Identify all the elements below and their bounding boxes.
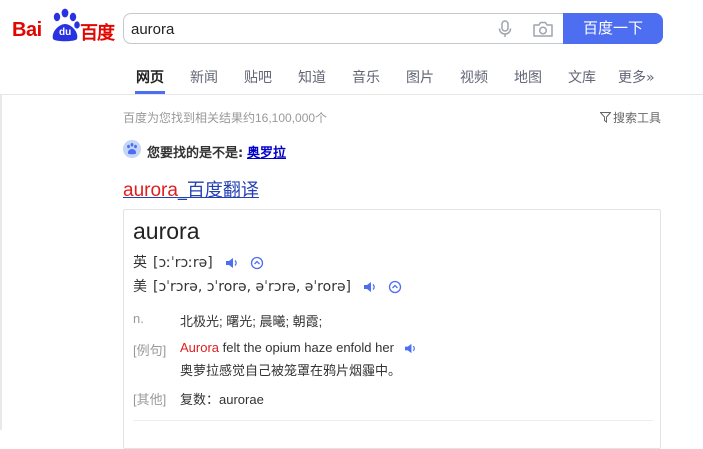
paw-icon (123, 140, 141, 158)
did-you-mean-label: 您要找的是不是: (147, 146, 244, 161)
result-title-link[interactable]: aurora_百度翻译 (123, 176, 259, 202)
us-label: 美 (133, 279, 147, 295)
result-title-suffix: _百度翻译 (177, 180, 259, 201)
tab-map[interactable]: 地图 (514, 67, 542, 87)
pos-label: n. (133, 311, 144, 326)
search-box (123, 13, 563, 44)
search-input[interactable] (131, 18, 491, 40)
microphone-icon[interactable] (496, 20, 514, 38)
tab-news[interactable]: 新闻 (190, 67, 218, 87)
tab-video[interactable]: 视频 (460, 67, 488, 87)
tab-images[interactable]: 图片 (406, 67, 434, 87)
tab-more[interactable]: 更多» (618, 67, 655, 87)
tab-web[interactable]: 网页 (136, 67, 164, 87)
speaker-icon[interactable] (404, 343, 417, 354)
tab-tieba[interactable]: 贴吧 (244, 67, 272, 87)
uk-pronunciation: 英 [ɔːˈrɔːrə] (133, 252, 264, 272)
dict-headword: aurora (133, 218, 200, 244)
search-tools-label: 搜索工具 (613, 111, 662, 125)
logo-bai-text: Bai (12, 19, 42, 41)
search-tools-button[interactable]: 搜索工具 (600, 109, 661, 126)
header: Bai du 百度 百度一下 (0, 0, 703, 58)
logo-du-text: du (59, 27, 72, 38)
result-stats: 百度为您找到相关结果约16,100,000个 (123, 111, 328, 125)
example-translation: 奥萝拉感觉自己被笼罩在鸦片烟霾中。 (180, 363, 402, 378)
example-label: [例句] (133, 343, 167, 358)
speaker-icon[interactable] (225, 257, 239, 269)
tab-bar: 网页 新闻 贴吧 知道 音乐 图片 视频 地图 文库 更多» (0, 58, 703, 95)
card-divider (133, 420, 653, 421)
did-you-mean-link[interactable]: 奥罗拉 (247, 142, 286, 161)
us-phonetic: [ɔˈrɔrə, ɔˈrorə, əˈrɔrə, əˈrorə] (153, 279, 352, 295)
search-button[interactable]: 百度一下 (563, 13, 663, 44)
baidu-logo[interactable]: Bai du 百度 (12, 8, 115, 44)
tab-wenku[interactable]: 文库 (568, 67, 596, 87)
result-title-keyword: aurora (123, 180, 178, 201)
us-pronunciation: 美 [ɔˈrɔrə, ɔˈrorə, əˈrɔrə, əˈrorə] (133, 276, 402, 296)
dictionary-card: aurora 英 [ɔːˈrɔːrə] 美 [ɔˈrɔrə, ɔˈrorə, əˈr… (123, 209, 661, 449)
other-label: [其他] (133, 392, 167, 407)
example-rest: felt the opium haze enfold her (219, 340, 394, 355)
pos-definition: 北极光; 曙光; 晨曦; 朝霞; (180, 314, 323, 329)
uk-phonetic: [ɔːˈrɔːrə] (153, 255, 213, 271)
repeat-icon[interactable] (388, 280, 402, 294)
camera-icon[interactable] (532, 20, 554, 38)
repeat-icon[interactable] (250, 256, 264, 270)
tab-music[interactable]: 音乐 (352, 67, 380, 87)
other-value: 复数：aurorae (180, 392, 264, 407)
uk-label: 英 (133, 255, 147, 271)
logo-cn-text: 百度 (80, 23, 115, 44)
tab-zhidao[interactable]: 知道 (298, 67, 326, 87)
example-keyword: Aurora (180, 340, 220, 355)
active-tab-indicator (135, 91, 165, 94)
filter-icon (600, 112, 611, 123)
speaker-icon[interactable] (363, 281, 377, 293)
example-sentence: Aurora felt the opium haze enfold her (180, 340, 417, 355)
